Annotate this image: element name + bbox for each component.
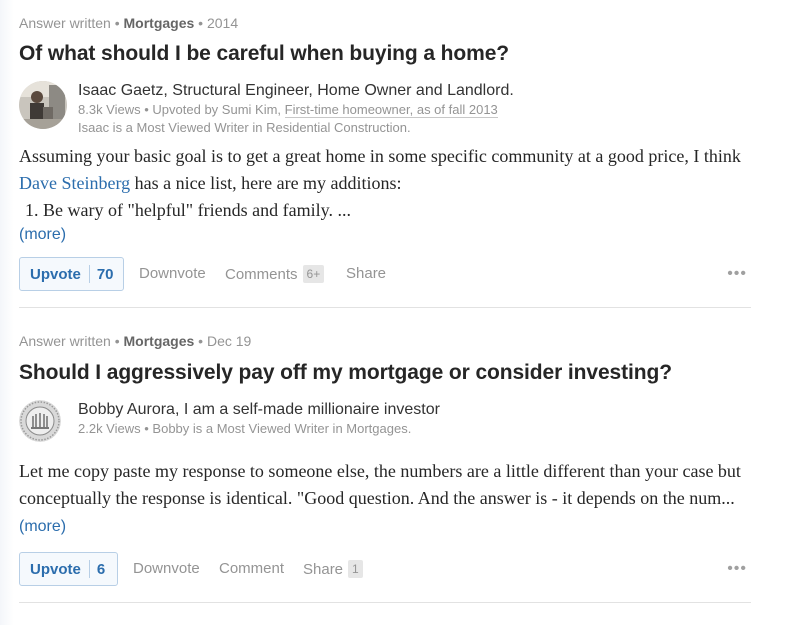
answer-story: Answer written • Mortgages • Dec 19 Shou… bbox=[19, 308, 751, 603]
author-stats: 8.3k Views • Upvoted by Sumi Kim, First-… bbox=[78, 101, 751, 119]
meta-separator: • bbox=[194, 15, 207, 31]
mention-link[interactable]: Dave Steinberg bbox=[19, 173, 130, 193]
upvote-count: 70 bbox=[96, 265, 114, 283]
comments-label: Comments bbox=[225, 266, 298, 283]
answer-text: has a nice list, here are my additions: bbox=[130, 173, 402, 193]
downvote-button[interactable]: Downvote bbox=[139, 265, 206, 283]
answer-story: Answer written • Mortgages • 2014 Of wha… bbox=[19, 0, 751, 308]
question-title[interactable]: Of what should I be careful when buying … bbox=[19, 41, 751, 67]
upvote-button[interactable]: Upvote 6 bbox=[19, 552, 118, 586]
question-title[interactable]: Should I aggressively pay off my mortgag… bbox=[19, 360, 751, 386]
upvote-button[interactable]: Upvote 70 bbox=[19, 257, 124, 291]
meta-date: Dec 19 bbox=[206, 333, 252, 349]
more-link[interactable]: (more) bbox=[19, 518, 66, 535]
comments-count-badge: 6+ bbox=[302, 265, 325, 283]
meta-date: 2014 bbox=[206, 15, 239, 31]
answer-feed: Answer written • Mortgages • 2014 Of wha… bbox=[19, 0, 751, 603]
answer-body: Assuming your basic goal is to get a gre… bbox=[19, 143, 751, 224]
author-block: Isaac Gaetz, Structural Engineer, Home O… bbox=[19, 81, 751, 137]
author-stats: 2.2k Views • Bobby is a Most Viewed Writ… bbox=[78, 420, 751, 438]
upvoter-credential[interactable]: First-time homeowner, as of fall 2013 bbox=[284, 102, 498, 118]
share-label: Share bbox=[303, 561, 344, 578]
meta-prefix: Answer written bbox=[19, 333, 111, 349]
story-meta: Answer written • Mortgages • Dec 19 bbox=[19, 332, 751, 350]
author-credential[interactable]: Bobby Aurora, I am a self-made millionai… bbox=[78, 400, 751, 420]
action-bar: Upvote 6 Downvote Comment Share 1 ••• bbox=[19, 552, 751, 588]
downvote-button[interactable]: Downvote bbox=[133, 560, 200, 578]
more-link-label[interactable]: (more) bbox=[19, 226, 66, 243]
comments-button[interactable]: Comments 6+ bbox=[225, 265, 325, 284]
action-bar: Upvote 70 Downvote Comments 6+ Share ••• bbox=[19, 257, 751, 293]
answer-text: Assuming your basic goal is to get a gre… bbox=[19, 146, 741, 166]
author-block: Bobby Aurora, I am a self-made millionai… bbox=[19, 400, 751, 446]
topic-link[interactable]: Mortgages bbox=[124, 15, 195, 31]
upvote-count: 6 bbox=[96, 560, 106, 578]
topic-link[interactable]: Mortgages bbox=[124, 333, 195, 349]
comment-button[interactable]: Comment bbox=[219, 560, 284, 578]
share-button[interactable]: Share bbox=[346, 265, 386, 283]
upvote-label: Upvote bbox=[30, 265, 81, 283]
author-info: Bobby Aurora, I am a self-made millionai… bbox=[78, 400, 751, 438]
upvoted-by[interactable]: • Upvoted by Sumi Kim, bbox=[141, 102, 285, 117]
meta-separator: • bbox=[110, 15, 124, 31]
person-photo-icon[interactable] bbox=[19, 81, 67, 129]
share-button[interactable]: Share 1 bbox=[303, 560, 363, 579]
more-link[interactable]: (more) bbox=[19, 225, 751, 245]
view-count: 8.3k Views bbox=[78, 102, 141, 117]
answer-text: Let me copy paste my response to someone… bbox=[19, 461, 741, 508]
story-divider bbox=[19, 602, 751, 603]
left-edge-shade bbox=[0, 0, 14, 625]
list-item: 1. Be wary of "helpful" friends and fami… bbox=[25, 200, 351, 220]
more-options-icon[interactable]: ••• bbox=[727, 266, 747, 282]
more-options-icon[interactable]: ••• bbox=[727, 561, 747, 577]
story-meta: Answer written • Mortgages • 2014 bbox=[19, 14, 751, 32]
author-credential[interactable]: Isaac Gaetz, Structural Engineer, Home O… bbox=[78, 81, 751, 101]
answer-body: Let me copy paste my response to someone… bbox=[19, 458, 751, 540]
upvote-label: Upvote bbox=[30, 560, 81, 578]
most-viewed-writer[interactable]: Isaac is a Most Viewed Writer in Residen… bbox=[78, 119, 751, 137]
meta-separator: • bbox=[110, 333, 124, 349]
most-viewed-writer[interactable]: • Bobby is a Most Viewed Writer in Mortg… bbox=[141, 421, 411, 436]
view-count: 2.2k Views bbox=[78, 421, 141, 436]
meta-prefix: Answer written bbox=[19, 15, 111, 31]
meta-separator: • bbox=[194, 333, 207, 349]
share-count-badge: 1 bbox=[348, 560, 363, 578]
coin-seal-icon[interactable] bbox=[19, 400, 61, 442]
author-info: Isaac Gaetz, Structural Engineer, Home O… bbox=[78, 81, 751, 137]
